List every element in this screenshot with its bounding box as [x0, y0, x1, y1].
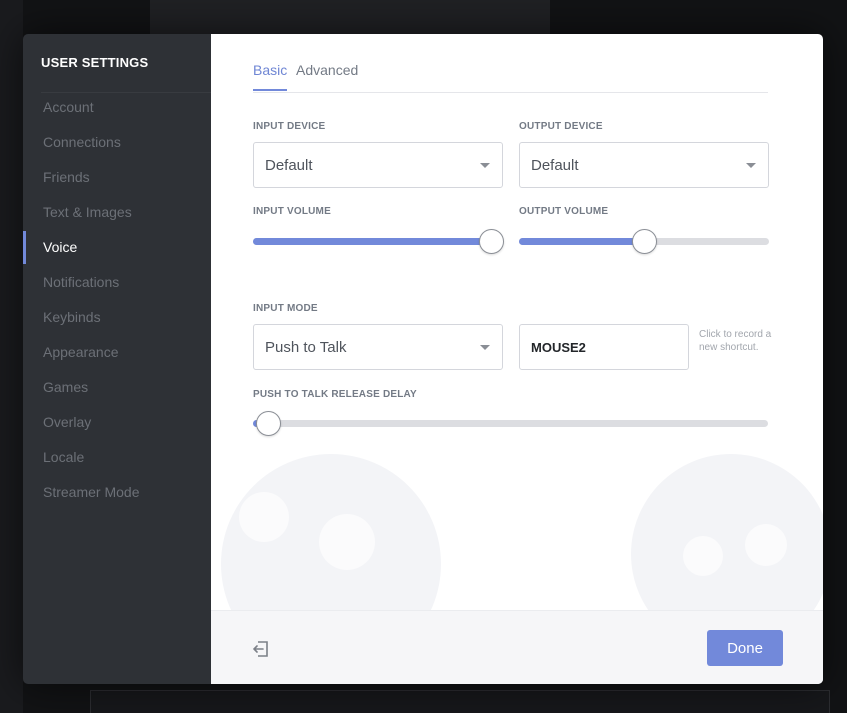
- exit-icon[interactable]: [252, 640, 270, 658]
- sidebar-item-text-images[interactable]: Text & Images: [23, 195, 211, 230]
- chevron-down-icon: [480, 345, 490, 350]
- output-volume-label: OUTPUT VOLUME: [519, 206, 609, 217]
- sidebar-item-account[interactable]: Account: [23, 90, 211, 125]
- output-device-select[interactable]: Default: [519, 142, 769, 188]
- sidebar-title: USER SETTINGS: [41, 55, 149, 70]
- done-button[interactable]: Done: [707, 630, 783, 666]
- background-decoration: [319, 514, 375, 570]
- slider-handle[interactable]: [632, 229, 657, 254]
- shortcut-hint: Click to record a new shortcut.: [699, 329, 772, 353]
- sidebar-menu: Account Connections Friends Text & Image…: [23, 90, 211, 510]
- slider-fill: [253, 238, 491, 245]
- sidebar-item-notifications[interactable]: Notifications: [23, 265, 211, 300]
- output-device-value: Default: [531, 157, 579, 174]
- slider-fill: [519, 238, 644, 245]
- input-volume-slider[interactable]: [253, 229, 504, 254]
- background-guild-bar: [0, 0, 23, 713]
- voice-settings-panel: Basic Advanced INPUT DEVICE OUTPUT DEVIC…: [211, 34, 823, 684]
- sidebar-item-appearance[interactable]: Appearance: [23, 335, 211, 370]
- sidebar-item-keybinds[interactable]: Keybinds: [23, 300, 211, 335]
- input-device-value: Default: [265, 157, 313, 174]
- background-decoration: [239, 492, 289, 542]
- settings-sidebar: USER SETTINGS Account Connections Friend…: [23, 34, 211, 684]
- background-window-strip: [150, 0, 550, 34]
- input-mode-select[interactable]: Push to Talk: [253, 324, 503, 370]
- sidebar-item-streamer-mode[interactable]: Streamer Mode: [23, 475, 211, 510]
- chevron-down-icon: [746, 163, 756, 168]
- shortcut-recorder[interactable]: MOUSE2: [519, 324, 689, 370]
- tab-advanced[interactable]: Advanced: [296, 62, 358, 89]
- chevron-down-icon: [480, 163, 490, 168]
- slider-track: [253, 420, 768, 427]
- output-device-label: OUTPUT DEVICE: [519, 121, 603, 132]
- settings-footer: Done: [211, 610, 823, 684]
- settings-tabs: Basic Advanced: [253, 60, 768, 93]
- sidebar-item-locale[interactable]: Locale: [23, 440, 211, 475]
- background-decoration: [683, 536, 723, 576]
- output-volume-slider[interactable]: [519, 229, 769, 254]
- ptt-release-delay-slider[interactable]: [253, 411, 768, 436]
- input-device-select[interactable]: Default: [253, 142, 503, 188]
- background-chat-input: [90, 690, 830, 713]
- tab-basic[interactable]: Basic: [253, 62, 288, 91]
- sidebar-item-games[interactable]: Games: [23, 370, 211, 405]
- input-mode-label: INPUT MODE: [253, 303, 318, 314]
- input-volume-label: INPUT VOLUME: [253, 206, 331, 217]
- background-decoration: [745, 524, 787, 566]
- slider-handle[interactable]: [256, 411, 281, 436]
- sidebar-item-friends[interactable]: Friends: [23, 160, 211, 195]
- input-mode-value: Push to Talk: [265, 339, 347, 356]
- slider-handle[interactable]: [479, 229, 504, 254]
- sidebar-item-overlay[interactable]: Overlay: [23, 405, 211, 440]
- sidebar-item-connections[interactable]: Connections: [23, 125, 211, 160]
- input-device-label: INPUT DEVICE: [253, 121, 326, 132]
- ptt-release-delay-label: PUSH TO TALK RELEASE DELAY: [253, 389, 417, 400]
- shortcut-value: MOUSE2: [531, 340, 586, 355]
- sidebar-item-voice[interactable]: Voice: [23, 230, 211, 265]
- user-settings-modal: USER SETTINGS Account Connections Friend…: [23, 34, 823, 684]
